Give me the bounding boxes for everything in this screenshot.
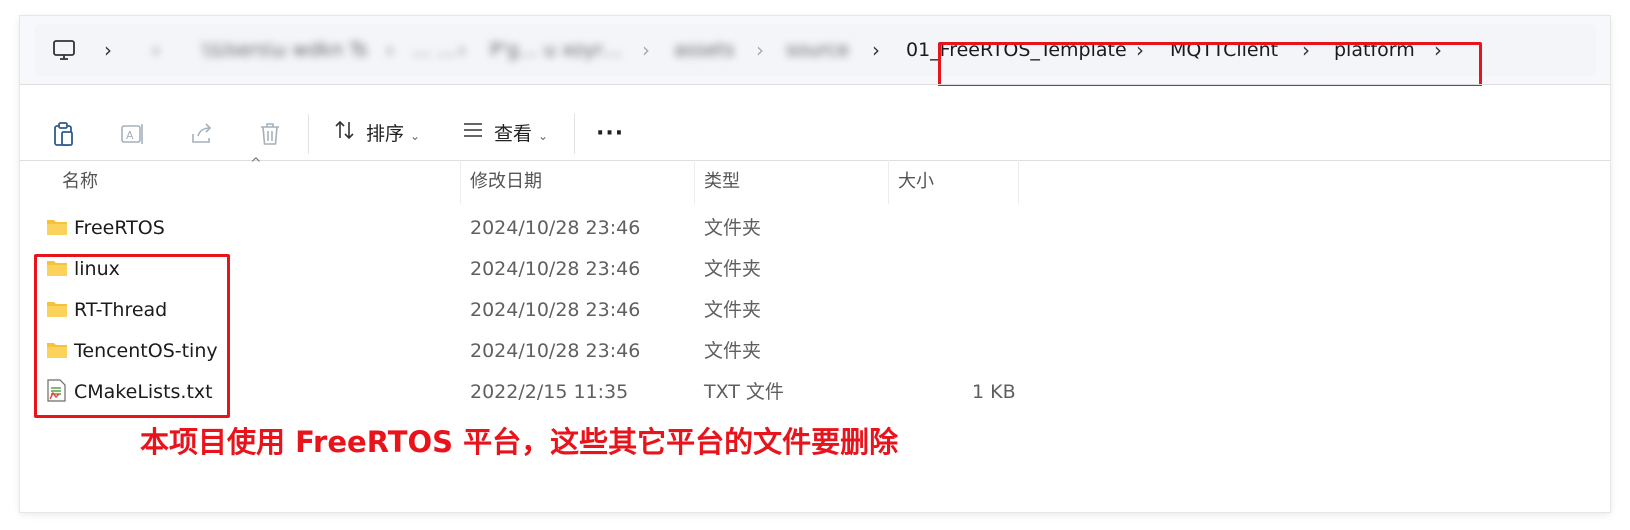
chevron-right-icon[interactable]: › — [1136, 24, 1144, 76]
file-modified: 2024/10/28 23:46 — [470, 217, 641, 239]
chevron-right-icon[interactable]: › — [642, 24, 650, 76]
computer-icon[interactable] — [52, 38, 76, 62]
files-highlight-box — [34, 254, 230, 418]
breadcrumb-blurred-1[interactable]: \\Users\u wdkn Ts — [202, 24, 368, 76]
view-button[interactable]: 查看 ⌄ — [462, 116, 548, 152]
chevron-right-icon[interactable]: › — [1434, 24, 1442, 76]
list-item[interactable]: linux 2024/10/28 23:46 文件夹 — [20, 249, 1610, 289]
toolbar-separator — [574, 114, 575, 154]
sort-button[interactable]: 排序 ⌄ — [334, 116, 420, 152]
chevron-right-icon[interactable]: › — [104, 24, 112, 76]
breadcrumb-assets[interactable]: assets — [674, 24, 734, 76]
address-row: › \\Users\u wdkn Ts › › … … › P'g… u xoy… — [20, 16, 1610, 88]
column-header-size[interactable]: 大小 — [898, 164, 934, 200]
column-header-modified[interactable]: 修改日期 — [470, 164, 542, 200]
svg-text:A: A — [126, 129, 134, 142]
file-type: 文件夹 — [704, 217, 762, 239]
annotation-note: 本项目使用 FreeRTOS 平台，这些其它平台的文件要删除 — [140, 425, 899, 459]
rename-icon[interactable]: A — [118, 120, 146, 148]
list-item[interactable]: CMakeLists.txt 2022/2/15 11:35 TXT 文件 1 … — [20, 372, 1610, 412]
folder-icon — [46, 218, 68, 236]
chevron-right-icon[interactable]: › — [386, 24, 394, 76]
breadcrumb-template[interactable]: 01_FreeRTOS_Template — [906, 24, 1127, 76]
chevron-right-icon[interactable]: › — [756, 24, 764, 76]
column-header-type[interactable]: 类型 — [704, 164, 740, 200]
share-icon[interactable] — [188, 120, 216, 148]
more-options-button[interactable]: ··· — [596, 116, 624, 152]
file-modified: 2024/10/28 23:46 — [470, 299, 641, 321]
address-bar[interactable]: › \\Users\u wdkn Ts › › … … › P'g… u xoy… — [34, 24, 1596, 76]
breadcrumb-blurred-3[interactable]: P'g… u xoyr… — [490, 24, 622, 76]
list-item[interactable]: TencentOS-tiny 2024/10/28 23:46 文件夹 — [20, 331, 1610, 371]
list-item[interactable]: RT-Thread 2024/10/28 23:46 文件夹 — [20, 290, 1610, 330]
chevron-down-icon: ⌄ — [538, 129, 549, 143]
file-modified: 2022/2/15 11:35 — [470, 381, 629, 403]
chevron-right-icon[interactable]: › — [152, 24, 160, 76]
file-type: TXT 文件 — [704, 381, 784, 403]
file-modified: 2024/10/28 23:46 — [470, 340, 641, 362]
paste-icon[interactable] — [50, 120, 78, 148]
file-explorer-window: › \\Users\u wdkn Ts › › … … › P'g… u xoy… — [20, 16, 1610, 512]
column-divider[interactable] — [888, 160, 889, 204]
file-type: 文件夹 — [704, 299, 762, 321]
file-size: 1 KB — [972, 381, 1016, 403]
breadcrumb-mqttclient[interactable]: MQTTClient — [1170, 24, 1278, 76]
file-modified: 2024/10/28 23:46 — [470, 258, 641, 280]
divider — [20, 84, 1610, 85]
column-divider[interactable] — [1018, 160, 1019, 204]
file-name: FreeRTOS — [74, 217, 165, 239]
view-label: 查看 — [494, 123, 533, 145]
file-type: 文件夹 — [704, 340, 762, 362]
breadcrumb-blurred-2[interactable]: … … — [412, 24, 456, 76]
delete-icon[interactable] — [256, 120, 284, 148]
chevron-down-icon: ⌄ — [410, 129, 421, 143]
sort-label: 排序 — [366, 123, 405, 145]
chevron-right-icon[interactable]: › — [1302, 24, 1310, 76]
breadcrumb-platform[interactable]: platform — [1334, 24, 1415, 76]
list-item[interactable]: FreeRTOS 2024/10/28 23:46 文件夹 — [20, 208, 1610, 248]
toolbar-separator — [308, 114, 309, 154]
sort-icon — [334, 117, 356, 153]
sort-ascending-icon: ^ — [250, 156, 262, 172]
column-divider[interactable] — [694, 160, 695, 204]
chevron-right-icon[interactable]: › — [458, 24, 466, 76]
column-header-name[interactable]: 名称 — [62, 164, 98, 200]
file-type: 文件夹 — [704, 258, 762, 280]
chevron-right-icon[interactable]: › — [872, 24, 880, 76]
column-divider[interactable] — [460, 160, 461, 204]
breadcrumb-source[interactable]: source — [786, 24, 849, 76]
view-icon — [462, 117, 484, 153]
